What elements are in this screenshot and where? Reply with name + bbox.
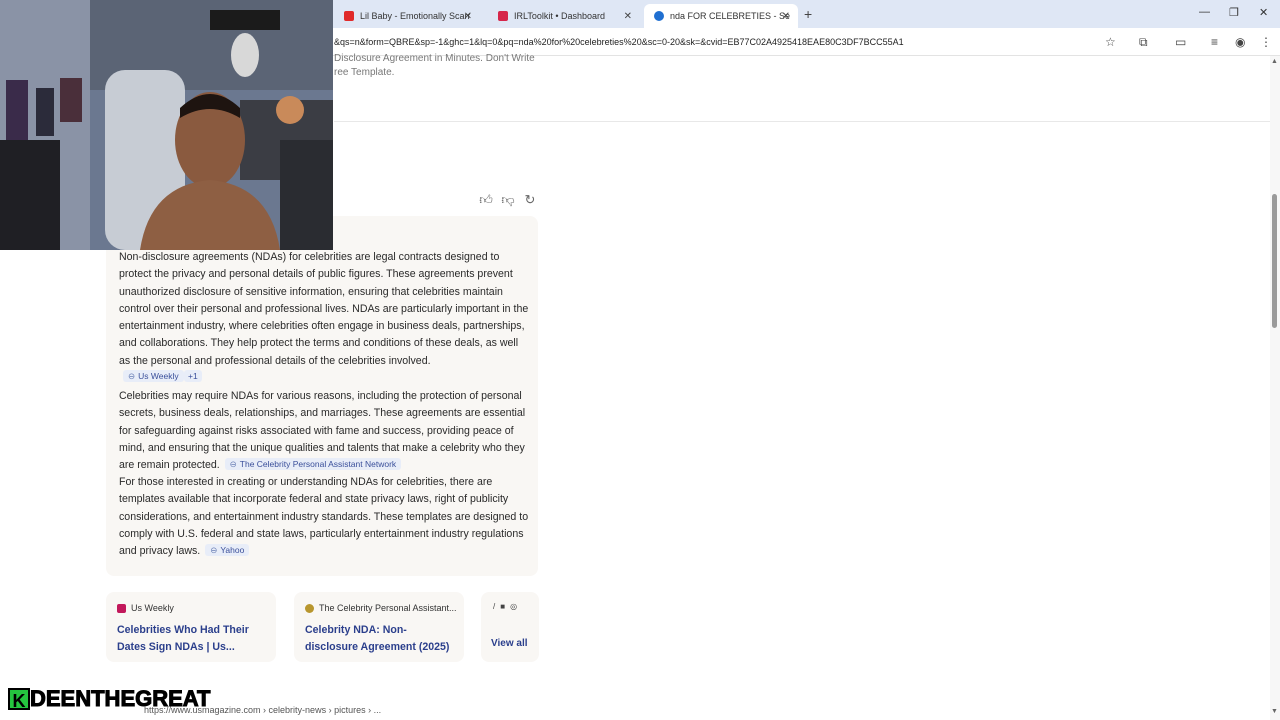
- view-all-link[interactable]: View all: [491, 638, 528, 649]
- source-site: Us Weekly: [117, 603, 174, 613]
- tab-label: IRLToolkit • Dashboard: [514, 11, 606, 21]
- paragraph-text: For those interested in creating or unde…: [119, 476, 529, 558]
- divider: [334, 121, 1270, 122]
- thumbs-down-icon[interactable]: 👎︎: [501, 192, 515, 208]
- source-icons: / ■ ◎: [493, 602, 517, 611]
- us-weekly-icon: [117, 603, 126, 613]
- close-icon[interactable]: ✕: [464, 11, 472, 22]
- streamer-logo: K DEENTHEGREAT: [8, 686, 211, 712]
- irltoolkit-icon: [498, 11, 508, 21]
- link-icon: ⊖: [210, 545, 218, 556]
- thumbs-up-icon[interactable]: 👍︎: [479, 192, 493, 208]
- profile-icon[interactable]: ◉: [1235, 35, 1245, 49]
- tab-label: nda FOR CELEBRETIES - Search: [670, 11, 790, 21]
- media-icon[interactable]: ≡: [1211, 35, 1218, 49]
- square-icon: ■: [500, 602, 506, 611]
- close-icon[interactable]: ✕: [624, 11, 632, 22]
- webcam-overlay: [0, 0, 333, 250]
- source-site-name: Us Weekly: [131, 603, 174, 613]
- youtube-icon: [344, 11, 354, 21]
- globe-icon: ◎: [510, 602, 518, 611]
- webcam-image: [0, 0, 333, 250]
- tab-irltoolkit[interactable]: IRLToolkit • Dashboard ✕: [488, 4, 640, 28]
- maximize-button[interactable]: ❐: [1229, 6, 1239, 19]
- summary-paragraph: Celebrities may require NDAs for various…: [119, 388, 529, 474]
- celebrity-pa-icon: [305, 603, 314, 613]
- close-icon[interactable]: ✕: [782, 11, 790, 22]
- citation-yahoo[interactable]: ⊖ Yahoo: [205, 544, 250, 557]
- summary-paragraph: Non-disclosure agreements (NDAs) for cel…: [119, 249, 529, 370]
- citation-more-badge[interactable]: +1: [184, 370, 202, 382]
- summary-paragraph: For those interested in creating or unde…: [119, 474, 529, 560]
- previous-result-snippet: ree Template.: [334, 67, 395, 78]
- new-tab-button[interactable]: +: [804, 6, 812, 22]
- link-icon: ⊖: [128, 371, 136, 381]
- tab-lil-baby[interactable]: Lil Baby - Emotionally Scarred ✕: [334, 4, 480, 28]
- screen: Lil Baby - Emotionally Scarred ✕ IRLTool…: [0, 0, 1280, 720]
- scroll-down-arrow-icon[interactable]: ▼: [1271, 708, 1278, 715]
- source-site-name: The Celebrity Personal Assistant...: [319, 603, 457, 613]
- tab-label: Lil Baby - Emotionally Scarred: [360, 11, 470, 21]
- share-icon[interactable]: ↻: [523, 192, 537, 208]
- source-card-us-weekly[interactable]: Us Weekly Celebrities Who Had Their Date…: [106, 592, 276, 662]
- citation-label: Us Weekly: [138, 371, 179, 381]
- extensions-icon[interactable]: ⧉: [1139, 35, 1148, 50]
- close-window-button[interactable]: ✕: [1259, 6, 1268, 19]
- link-icon: ⊖: [229, 459, 237, 470]
- menu-icon[interactable]: ⋮: [1260, 35, 1272, 49]
- view-all-sources-card[interactable]: / ■ ◎ View all: [481, 592, 539, 662]
- source-title-link[interactable]: Celebrities Who Had Their Dates Sign NDA…: [117, 622, 267, 656]
- scroll-up-arrow-icon[interactable]: ▲: [1271, 58, 1278, 65]
- source-title-link[interactable]: Celebrity NDA: Non-disclosure Agreement …: [305, 622, 455, 656]
- citation-label: Yahoo: [220, 545, 245, 556]
- citation-celebrity-pa-network[interactable]: ⊖ The Celebrity Personal Assistant Networ…: [224, 458, 402, 471]
- minimize-button[interactable]: —: [1199, 6, 1210, 18]
- scrollbar-thumb[interactable]: [1272, 194, 1277, 328]
- logo-k-badge: K: [8, 688, 30, 711]
- feedback-bar: 👍︎ 👎︎ ↻: [479, 192, 537, 208]
- page-scrollbar[interactable]: [1270, 56, 1280, 720]
- citation-label: The Celebrity Personal Assistant Network: [239, 459, 397, 470]
- citation-us-weekly[interactable]: ⊖ Us Weekly: [123, 370, 184, 382]
- cast-icon[interactable]: ▭: [1175, 35, 1186, 49]
- star-icon[interactable]: ☆: [1105, 35, 1116, 49]
- previous-result-snippet: Disclosure Agreement in Minutes. Don't W…: [334, 53, 535, 64]
- paragraph-text: Non-disclosure agreements (NDAs) for cel…: [119, 251, 529, 367]
- slash-icon: /: [493, 602, 496, 611]
- search-icon: [654, 11, 664, 21]
- tab-bing-search[interactable]: nda FOR CELEBRETIES - Search ✕: [644, 4, 798, 28]
- logo-text: DEENTHEGREAT: [30, 686, 211, 712]
- source-card-celebrity-pa[interactable]: The Celebrity Personal Assistant... Cele…: [294, 592, 464, 662]
- url-input[interactable]: &qs=n&form=QBRE&sp=-1&ghc=1&lq=0&pq=nda%…: [334, 37, 904, 47]
- source-site: The Celebrity Personal Assistant...: [305, 603, 457, 613]
